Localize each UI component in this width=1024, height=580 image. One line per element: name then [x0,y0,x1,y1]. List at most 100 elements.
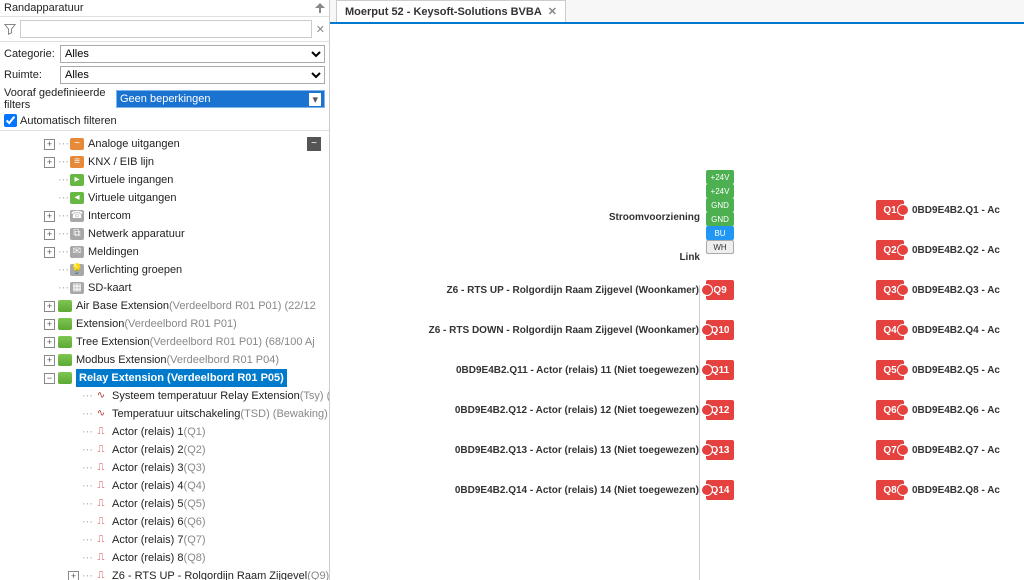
tree-node-label: SD-kaart [88,279,131,297]
tree-twisty-icon[interactable]: + [44,355,55,366]
tree-item[interactable]: +⋯~Analoge uitgangen [2,135,327,153]
category-select[interactable]: Alles [60,45,325,63]
relay-port[interactable]: Q6 [876,400,904,420]
side-panel: Randapparatuur ✕ Categorie: Alles Ruimte… [0,0,330,580]
tree-node-label: Actor (relais) 8 [112,549,184,567]
tree-node-label: Air Base Extension [76,297,169,315]
port-label: 0BD9E4B2.Q4 - Ac [912,325,1000,336]
tree-twisty-icon[interactable]: + [44,211,55,222]
tree-item[interactable]: ⋯💡Verlichting groepen [2,261,327,279]
tree-twisty-icon[interactable]: + [44,139,55,150]
relay-port[interactable]: Q3 [876,280,904,300]
tree-item[interactable]: +⋯☎Intercom [2,207,327,225]
tree-item[interactable]: +Extension (Verdeelbord R01 P01) [2,315,327,333]
tree-twisty-icon [68,445,79,456]
tree-node-icon: ⎍ [94,498,108,510]
tree-twisty-icon[interactable]: + [44,337,55,348]
terminal[interactable]: BU [706,226,734,240]
tree-item[interactable]: ⋯∿Systeem temperatuur Relay Extension (T… [2,387,327,405]
tree-item[interactable]: ⋯∿Temperatuur uitschakeling (TSD) (Bewak… [2,405,327,423]
tree-node-meta: (Verdeelbord R01 P01) (22/12 [169,297,316,315]
tree-twisty-icon[interactable]: + [44,247,55,258]
tree-twisty-icon[interactable]: + [44,319,55,330]
tree-twisty-icon[interactable]: + [44,157,55,168]
clear-search-icon[interactable]: ✕ [316,23,325,36]
tree-node-label: KNX / EIB lijn [88,153,154,171]
tree-item[interactable]: +⋯⧉Netwerk apparatuur [2,225,327,243]
relay-port[interactable]: Q12 [706,400,734,420]
terminal[interactable]: GND [706,212,734,226]
collapse-all-button[interactable]: − [307,137,321,151]
tree-node-icon: 💡 [70,264,84,276]
tree-item[interactable]: + Air Base Extension (Verdeelbord R01 P01… [2,297,327,315]
tree-item[interactable]: ⋯◂Virtuele uitgangen [2,189,327,207]
relay-port[interactable]: Q8 [876,480,904,500]
supply-label: Stroomvoorziening [609,212,700,223]
port-label: 0BD9E4B2.Q8 - Ac [912,485,1000,496]
tree-item[interactable]: +Modbus Extension (Verdeelbord R01 P04) [2,351,327,369]
auto-filter-checkbox[interactable] [4,114,17,127]
tree-node-meta: (Verdeelbord R01 P01) (68/100 Aj [150,333,315,351]
tree-twisty-icon[interactable]: + [44,301,55,312]
relay-port[interactable]: Q9 [706,280,734,300]
tree-twisty-icon [68,409,79,420]
tree-item[interactable]: ⋯▸Virtuele ingangen [2,171,327,189]
tree-twisty-icon[interactable]: − [44,373,55,384]
tree-item[interactable]: ⋯⎍Actor (relais) 4 (Q4) [2,477,327,495]
tree-node-meta: (Q9) ( [307,567,329,580]
tree-item[interactable]: +⋯≡KNX / EIB lijn [2,153,327,171]
tree-twisty-icon[interactable]: + [44,229,55,240]
tree-item[interactable]: ⋯⎍Actor (relais) 5 (Q5) [2,495,327,513]
tree-item[interactable]: ⋯⎍Actor (relais) 3 (Q3) [2,459,327,477]
tree-node-meta: (Verdeelbord R01 P04) [167,351,280,369]
tree-node-meta: (Q4) [184,477,206,495]
tree-node-meta: (Q3) [184,459,206,477]
tree-item[interactable]: ⋯⎍Actor (relais) 7 (Q7) [2,531,327,549]
relay-port[interactable]: Q13 [706,440,734,460]
tree-item[interactable]: +⋯⎍Z6 - RTS UP - Rolgordijn Raam Zijgeve… [2,567,327,580]
relay-port[interactable]: Q2 [876,240,904,260]
relay-port[interactable]: Q14 [706,480,734,500]
terminal[interactable]: +24V [706,170,734,184]
tree-item[interactable]: −Relay Extension (Verdeelbord R01 P05) [2,369,327,387]
auto-filter-label: Automatisch filteren [20,115,117,127]
terminal[interactable]: WH [706,240,734,254]
tree-node-label: Verlichting groepen [88,261,182,279]
tree-item[interactable]: +Tree Extension (Verdeelbord R01 P01) (6… [2,333,327,351]
relay-port[interactable]: Q5 [876,360,904,380]
tree-twisty-icon [68,499,79,510]
pin-icon[interactable] [315,3,325,13]
port-label: 0BD9E4B2.Q5 - Ac [912,365,1000,376]
room-select[interactable]: Alles [60,66,325,84]
relay-port[interactable]: Q4 [876,320,904,340]
relay-port[interactable]: Q11 [706,360,734,380]
port-label: 0BD9E4B2.Q2 - Ac [912,245,1000,256]
tree-node-label: Actor (relais) 2 [112,441,184,459]
tree-item[interactable]: ⋯⎍Actor (relais) 6 (Q6) [2,513,327,531]
terminal[interactable]: GND [706,198,734,212]
panel-title-bar: Randapparatuur [0,0,329,17]
tree-node-icon: ⎍ [94,570,108,580]
room-label: Ruimte: [4,69,60,81]
tree-twisty-icon[interactable]: + [68,571,79,580]
canvas[interactable]: Relay Extension StroomvoorzieningLink+24… [330,24,1024,580]
tree-item[interactable]: ⋯⎍Actor (relais) 2 (Q2) [2,441,327,459]
search-row: ✕ [0,17,329,42]
tree-node-meta: (Q2) [184,441,206,459]
relay-port[interactable]: Q10 [706,320,734,340]
tree-node-label: Meldingen [88,243,139,261]
document-tab[interactable]: Moerput 52 - Keysoft-Solutions BVBA ✕ [336,0,566,22]
tree-item[interactable]: ⋯▦SD-kaart [2,279,327,297]
tree-item[interactable]: +⋯✉Meldingen [2,243,327,261]
search-input[interactable] [20,20,312,38]
predef-filter-select[interactable]: Geen beperkingen [116,90,325,108]
predef-label: Vooraf gedefinieerde filters [4,87,116,111]
relay-port[interactable]: Q1 [876,200,904,220]
terminal[interactable]: +24V [706,184,734,198]
tree-item[interactable]: ⋯⎍Actor (relais) 8 (Q8) [2,549,327,567]
close-tab-icon[interactable]: ✕ [548,5,557,18]
tree-twisty-icon [44,175,55,186]
tree[interactable]: − +⋯~Analoge uitgangen+⋯≡KNX / EIB lijn⋯… [0,131,329,580]
tree-item[interactable]: ⋯⎍Actor (relais) 1 (Q1) [2,423,327,441]
relay-port[interactable]: Q7 [876,440,904,460]
